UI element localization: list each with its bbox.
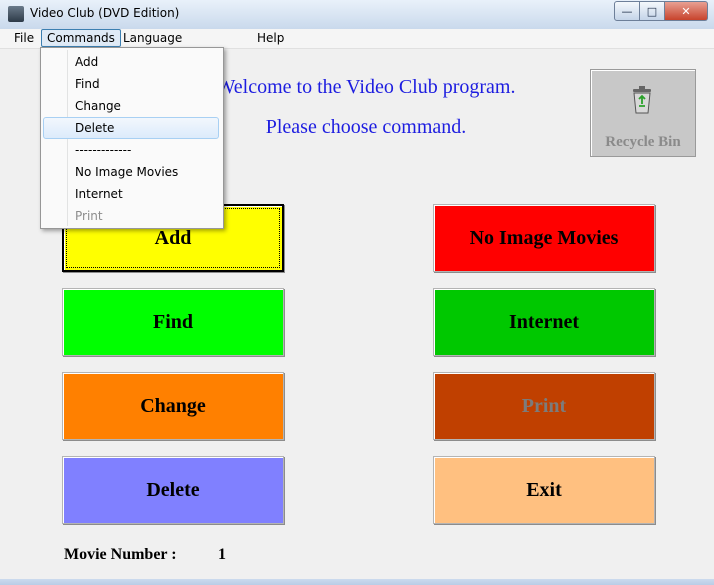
print-button-label: Print: [521, 394, 567, 417]
recycle-bin-label: Recycle Bin: [605, 134, 681, 150]
dropdown-separator: -------------: [75, 143, 132, 157]
dropdown-item-add[interactable]: Add: [43, 51, 219, 73]
delete-button-label: Delete: [146, 478, 200, 501]
minimize-button[interactable]: —: [614, 1, 640, 21]
exit-button[interactable]: Exit: [433, 456, 655, 524]
dropdown-item-no-image-movies[interactable]: No Image Movies: [43, 161, 219, 183]
movie-number-label: Movie Number :: [64, 546, 177, 563]
no-image-movies-button[interactable]: No Image Movies: [433, 204, 655, 272]
find-button-label: Find: [152, 310, 194, 333]
window-title: Video Club (DVD Edition): [30, 6, 180, 20]
change-button[interactable]: Change: [62, 372, 284, 440]
dropdown-item-find[interactable]: Find: [43, 73, 219, 95]
find-button[interactable]: Find: [62, 288, 284, 356]
internet-button-label: Internet: [509, 310, 579, 333]
window-bottom-border: [0, 579, 714, 585]
maximize-button[interactable]: □: [640, 1, 665, 21]
exit-button-label: Exit: [526, 478, 562, 501]
print-button[interactable]: Print: [433, 372, 655, 440]
menu-commands[interactable]: Commands: [41, 29, 121, 47]
title-bar: Video Club (DVD Edition) — □ ✕: [0, 0, 714, 30]
close-button[interactable]: ✕: [665, 1, 708, 21]
delete-button[interactable]: Delete: [62, 456, 284, 524]
window-controls: — □ ✕: [614, 1, 708, 21]
dropdown-item-delete[interactable]: Delete: [43, 117, 219, 139]
app-icon: [8, 6, 24, 22]
welcome-text: Welcome to the Video Club program.: [216, 76, 516, 98]
menu-bar: File Commands Language Help: [0, 29, 714, 49]
choose-command-text: Please choose command.: [265, 116, 467, 138]
dropdown-item-internet[interactable]: Internet: [43, 183, 219, 205]
menu-help[interactable]: Help: [252, 30, 289, 46]
change-button-label: Change: [140, 394, 206, 417]
add-button-label: Add: [154, 226, 192, 249]
commands-dropdown: Add Find Change Delete ------------- No …: [40, 47, 224, 229]
menu-language[interactable]: Language: [118, 30, 187, 46]
dropdown-item-print[interactable]: Print: [43, 205, 219, 227]
menu-file[interactable]: File: [9, 30, 39, 46]
internet-button[interactable]: Internet: [433, 288, 655, 356]
recycle-bin-icon: [633, 86, 651, 114]
no-image-movies-button-label: No Image Movies: [469, 226, 619, 249]
recycle-bin-button[interactable]: Recycle Bin: [590, 69, 696, 157]
dropdown-item-change[interactable]: Change: [43, 95, 219, 117]
movie-number-value: 1: [218, 546, 226, 563]
